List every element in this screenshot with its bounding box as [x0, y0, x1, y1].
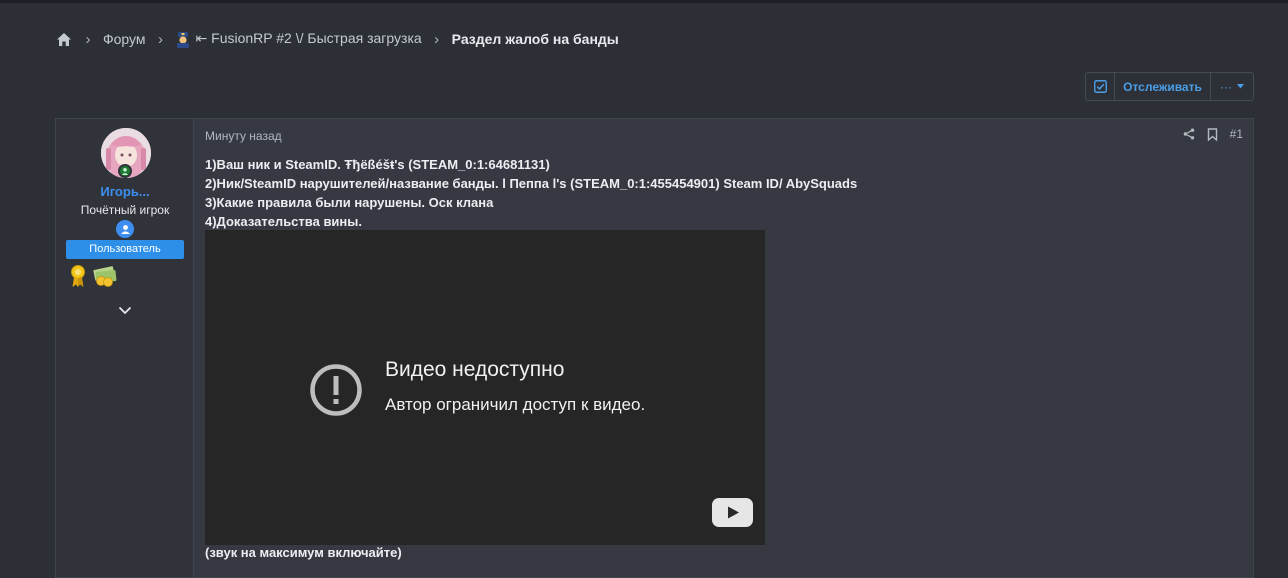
more-dots-icon: ···: [1220, 79, 1232, 94]
breadcrumb-server[interactable]: ⇤ FusionRP #2 \/ Быстрая загрузка: [176, 30, 422, 48]
breadcrumb-current: Раздел жалоб на банды: [451, 31, 619, 47]
post-line: 2)Ник/SteamID нарушителей/название банды…: [205, 176, 858, 191]
bookmark-icon[interactable]: [1207, 127, 1218, 141]
warning-icon: [310, 364, 362, 416]
post-line: 3)Какие правила были нарушены. Оск клана: [205, 195, 494, 210]
post-footer-text: (звук на максимум включайте): [205, 545, 402, 560]
post-line: 4)Доказательства вины.: [205, 214, 362, 229]
username[interactable]: Игорь...: [56, 184, 194, 199]
post-line: 1)Ваш ник и SteamID. Ŧђëßéšŧ's (STEAM_0:…: [205, 157, 550, 172]
breadcrumb: › Форум › ⇤ FusionRP #2 \/ Быстрая загру…: [55, 28, 619, 50]
top-bar: [0, 0, 1288, 3]
expand-chevron-icon[interactable]: [117, 303, 133, 317]
forum-post: Игорь... Почётный игрок Пользователь Мин…: [55, 118, 1254, 578]
breadcrumb-forum[interactable]: Форум: [103, 31, 146, 47]
online-status-icon: [118, 164, 132, 178]
youtube-icon[interactable]: [712, 498, 753, 527]
caret-down-icon: [1237, 84, 1244, 89]
user-group-icon: [116, 220, 134, 238]
share-icon[interactable]: [1183, 128, 1195, 140]
post-timestamp[interactable]: Минуту назад: [205, 129, 282, 143]
chevron-right-icon: ›: [158, 30, 164, 48]
chevron-right-icon: ›: [434, 30, 440, 48]
police-emoji-icon: [176, 31, 189, 48]
post-content: Минуту назад #1 1)Ваш ник и SteamID. Ŧђë…: [205, 119, 1253, 577]
video-error-subtitle: Автор ограничил доступ к видео.: [385, 395, 646, 414]
select-checkbox-icon[interactable]: [1086, 73, 1115, 100]
video-embed[interactable]: Видео недоступно Автор ограничил доступ …: [205, 230, 765, 545]
user-info-panel: Игорь... Почётный игрок Пользователь: [56, 119, 194, 577]
post-body: 1)Ваш ник и SteamID. Ŧђëßéšŧ's (STEAM_0:…: [205, 155, 857, 231]
money-icon[interactable]: [92, 265, 118, 287]
more-options-button[interactable]: ···: [1211, 73, 1253, 100]
post-actions: #1: [1183, 127, 1243, 141]
chevron-right-icon: ›: [85, 30, 91, 48]
watch-button[interactable]: Отслеживать: [1115, 73, 1211, 100]
video-error-title: Видео недоступно: [385, 358, 565, 381]
home-icon[interactable]: [55, 30, 73, 48]
user-banner: Пользователь: [66, 240, 184, 259]
medal-icon[interactable]: [68, 264, 88, 288]
post-number[interactable]: #1: [1230, 127, 1243, 141]
user-title: Почётный игрок: [80, 203, 170, 217]
watch-toolbar: Отслеживать ···: [1085, 72, 1254, 101]
